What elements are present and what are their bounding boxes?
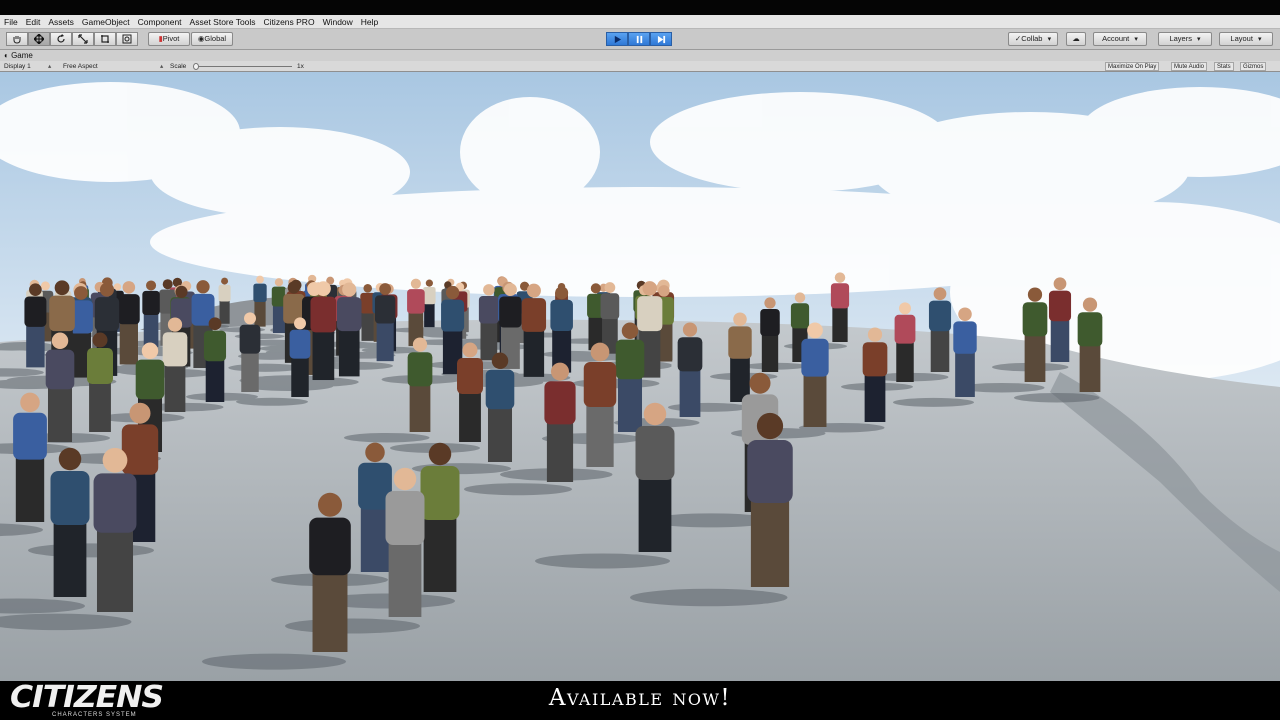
menu-gameobject[interactable]: GameObject	[82, 15, 130, 29]
pause-icon	[636, 35, 642, 43]
dropdown-arrow-icon: ▴	[160, 63, 164, 70]
scale-icon	[78, 34, 88, 44]
move-arrows-icon	[33, 33, 45, 45]
menu-edit[interactable]: Edit	[26, 15, 41, 29]
tab-game[interactable]: ◐ Game	[4, 50, 33, 61]
dropdown-arrow-icon: ▴	[48, 63, 52, 70]
cloud-button[interactable]: ☁	[1066, 32, 1086, 46]
play-button[interactable]	[606, 32, 628, 46]
play-icon	[614, 35, 621, 43]
maximize-on-play-toggle[interactable]: Maximize On Play	[1105, 62, 1160, 71]
scale-slider-track[interactable]	[196, 66, 292, 67]
tagline: Available now!	[548, 685, 732, 711]
menu-window[interactable]: Window	[323, 15, 353, 29]
rect-tool-button[interactable]	[94, 32, 116, 46]
pivot-toggle[interactable]: ▮Pivot	[148, 32, 190, 46]
main-toolbar: ▮Pivot ◉Global ✓Collab ☁ Account Layers …	[0, 29, 1280, 50]
display-dropdown[interactable]: Display 1	[4, 61, 31, 72]
rotate-icon	[57, 34, 65, 43]
transform-tool-button[interactable]	[116, 32, 138, 46]
gizmos-dropdown[interactable]: Gizmos	[1240, 62, 1267, 71]
hand-tool-button[interactable]	[6, 32, 28, 46]
account-dropdown[interactable]: Account	[1093, 32, 1147, 46]
window-title-bar	[0, 0, 1280, 15]
transform-icon	[122, 34, 132, 44]
collab-dropdown[interactable]: ✓Collab	[1008, 32, 1058, 46]
stats-toggle[interactable]: Stats	[1214, 62, 1234, 71]
menu-help[interactable]: Help	[361, 15, 378, 29]
move-tool-button[interactable]	[28, 32, 50, 46]
aspect-dropdown[interactable]: Free Aspect	[63, 61, 98, 72]
scale-value: 1x	[297, 63, 304, 70]
global-toggle[interactable]: ◉Global	[191, 32, 233, 46]
step-icon	[657, 35, 665, 43]
logo-subtitle: CHARACTERS SYSTEM	[52, 712, 137, 718]
scale-label: Scale	[170, 63, 187, 70]
menu-component[interactable]: Component	[138, 15, 182, 29]
game-scene	[0, 72, 1280, 681]
layers-dropdown[interactable]: Layers	[1158, 32, 1212, 46]
menu-assets[interactable]: Assets	[48, 15, 74, 29]
promo-banner: CITIZENS CHARACTERS SYSTEM Available now…	[0, 681, 1280, 720]
game-tab-bar: ◐ Game	[0, 50, 1280, 61]
cloud-icon: ☁	[1072, 34, 1080, 43]
rect-icon	[101, 35, 109, 43]
step-button[interactable]	[650, 32, 672, 46]
scale-tool-button[interactable]	[72, 32, 94, 46]
mute-audio-toggle[interactable]: Mute Audio	[1171, 62, 1208, 71]
scale-slider-handle[interactable]	[193, 63, 199, 70]
game-icon: ◐	[4, 51, 12, 60]
game-view-controls: Display 1 ▴ Free Aspect ▴ Scale 1x Maxim…	[0, 61, 1280, 72]
hand-icon	[13, 36, 21, 44]
menu-citizens-pro[interactable]: Citizens PRO	[264, 15, 315, 29]
layout-dropdown[interactable]: Layout	[1219, 32, 1273, 46]
game-viewport[interactable]	[0, 72, 1280, 681]
menu-file[interactable]: File	[4, 15, 18, 29]
rotate-tool-button[interactable]	[50, 32, 72, 46]
menu-bar: File Edit Assets GameObject Component As…	[0, 15, 1280, 29]
pause-button[interactable]	[628, 32, 650, 46]
menu-asset-store-tools[interactable]: Asset Store Tools	[190, 15, 256, 29]
